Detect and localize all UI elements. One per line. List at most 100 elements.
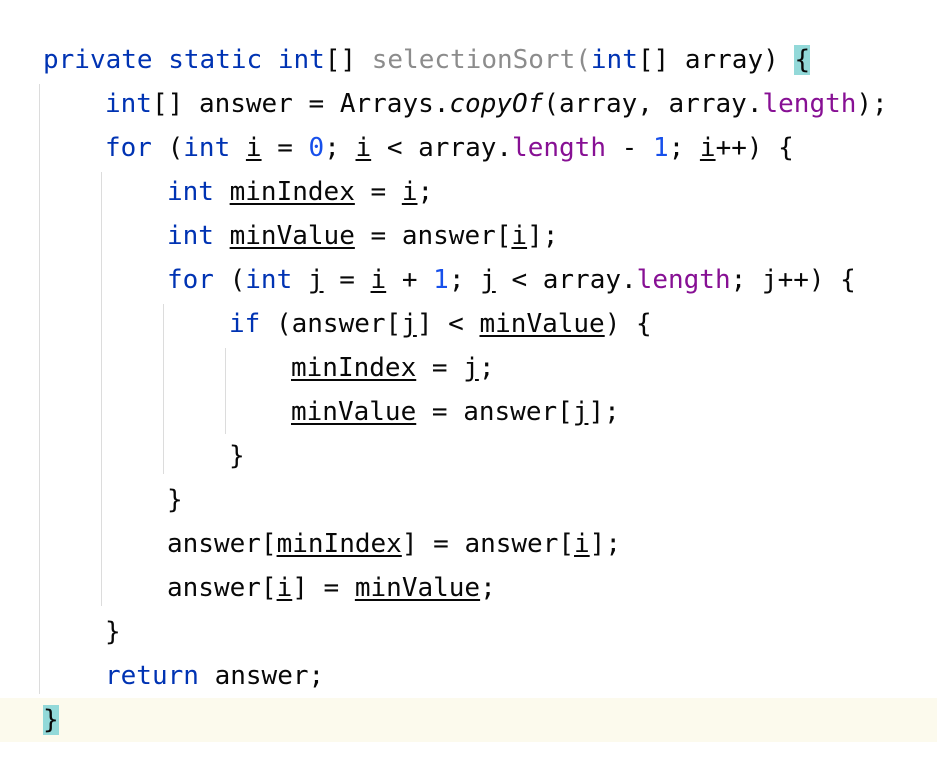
semicolon: ;: [480, 573, 496, 603]
plus-operator: +: [401, 265, 418, 295]
close-paren: ): [763, 45, 779, 75]
variable-i[interactable]: i: [402, 177, 418, 207]
variable-i[interactable]: i: [371, 265, 387, 295]
code-line-15[interactable]: return answer;: [0, 654, 937, 698]
variable-j[interactable]: j: [573, 397, 589, 427]
variable-j[interactable]: j: [308, 265, 324, 295]
increment-end: ++) {: [715, 133, 794, 163]
keyword-int: int: [590, 45, 638, 75]
code-line-8[interactable]: minIndex = j;: [0, 346, 937, 390]
code-line-13[interactable]: answer[i] = minValue;: [0, 566, 937, 610]
open-paren: (: [575, 45, 591, 75]
less-than-operator: <: [386, 133, 403, 163]
variable-i[interactable]: i: [574, 529, 590, 559]
keyword-return: return: [105, 661, 199, 691]
code-line-5[interactable]: int minValue = answer[i];: [0, 214, 937, 258]
bracket-close-semicolon: ];: [589, 529, 621, 559]
class-arrays[interactable]: Arrays.: [340, 89, 450, 119]
array-brackets: []: [637, 45, 670, 75]
array-ref[interactable]: array.: [418, 133, 512, 163]
variable-minvalue[interactable]: minValue: [291, 397, 416, 427]
code-line-1[interactable]: private static int[] selectionSort(int[]…: [0, 38, 937, 82]
code-line-2[interactable]: int[] answer = Arrays.copyOf(array, arra…: [0, 82, 937, 126]
code-line-4[interactable]: int minIndex = i;: [0, 170, 937, 214]
parameter-name[interactable]: array: [685, 45, 763, 75]
code-line-10[interactable]: }: [0, 434, 937, 478]
variable-i[interactable]: i: [356, 133, 372, 163]
assign-operator: =: [323, 573, 340, 603]
code-line-14[interactable]: }: [0, 610, 937, 654]
code-editor[interactable]: private static int[] selectionSort(int[]…: [0, 0, 937, 766]
bracket-close: ]: [416, 309, 433, 339]
array-ref[interactable]: array.: [543, 265, 637, 295]
variable-i[interactable]: i: [511, 221, 527, 251]
variable-minindex[interactable]: minIndex: [277, 529, 402, 559]
field-length[interactable]: length: [512, 133, 606, 163]
assign-operator: =: [308, 89, 325, 119]
args-text: (array, array.: [543, 89, 763, 119]
matched-open-brace: {: [794, 45, 811, 75]
bracket-close: ]: [292, 573, 308, 603]
assign-operator: =: [339, 265, 355, 295]
keyword-if: if: [229, 309, 261, 339]
keyword-int: int: [105, 89, 152, 119]
answer-index-open[interactable]: answer[: [402, 221, 512, 251]
assign-operator: =: [370, 221, 387, 251]
variable-i[interactable]: i: [277, 573, 293, 603]
variable-minvalue[interactable]: minValue: [479, 309, 604, 339]
variable-i[interactable]: i: [700, 133, 716, 163]
variable-i[interactable]: i: [246, 133, 262, 163]
return-value[interactable]: answer;: [215, 661, 325, 691]
assign-operator: =: [433, 529, 449, 559]
keyword-int: int: [167, 221, 214, 251]
keyword-for: for: [167, 265, 214, 295]
assign-operator: =: [431, 397, 448, 427]
answer-index-open[interactable]: answer[: [292, 309, 402, 339]
field-length[interactable]: length: [762, 89, 856, 119]
code-line-12[interactable]: answer[minIndex] = answer[i];: [0, 522, 937, 566]
variable-j[interactable]: j: [762, 265, 778, 295]
variable-minindex[interactable]: minIndex: [291, 353, 416, 383]
bracket-close: ]: [401, 529, 418, 559]
close-brace: }: [105, 617, 121, 647]
keyword-int: int: [245, 265, 293, 295]
matched-close-brace: }: [43, 705, 59, 735]
variable-j[interactable]: j: [463, 353, 479, 383]
semicolon: ;: [478, 353, 495, 383]
code-line-6[interactable]: for (int j = i + 1; j < array.length; j+…: [0, 258, 937, 302]
variable-j[interactable]: j: [401, 309, 417, 339]
less-than-operator: <: [448, 309, 464, 339]
keyword-int: int: [277, 45, 325, 75]
method-copyof[interactable]: copyOf: [449, 89, 543, 119]
variable-minvalue[interactable]: minValue: [355, 573, 480, 603]
close-brace: }: [167, 485, 183, 515]
keyword-static: static: [168, 45, 263, 75]
close-brace: }: [229, 441, 245, 471]
answer-index-open[interactable]: answer[: [167, 573, 277, 603]
answer-index-open[interactable]: answer[: [167, 529, 277, 559]
field-length[interactable]: length: [637, 265, 731, 295]
variable-j[interactable]: j: [480, 265, 496, 295]
variable-minvalue[interactable]: minValue: [230, 221, 355, 251]
code-line-16-current[interactable]: }: [0, 698, 937, 742]
code-line-3[interactable]: for (int i = 0; i < array.length - 1; i+…: [0, 126, 937, 170]
method-name[interactable]: selectionSort: [372, 45, 576, 75]
code-line-9[interactable]: minValue = answer[j];: [0, 390, 937, 434]
answer-index-open[interactable]: answer[: [463, 397, 573, 427]
variable-minindex[interactable]: minIndex: [230, 177, 355, 207]
array-brackets: []: [151, 89, 184, 119]
answer-index-open[interactable]: answer[: [464, 529, 574, 559]
assign-operator: =: [370, 177, 387, 207]
code-line-11[interactable]: }: [0, 478, 937, 522]
open-brace: {: [636, 309, 652, 339]
number-zero: 0: [308, 133, 325, 163]
keyword-int: int: [167, 177, 214, 207]
number-one: 1: [433, 265, 449, 295]
array-brackets: []: [324, 45, 357, 75]
semicolon: ;: [730, 265, 747, 295]
bracket-close-semicolon: ];: [527, 221, 559, 251]
assign-operator: =: [431, 353, 448, 383]
code-line-7[interactable]: if (answer[j] < minValue) {: [0, 302, 937, 346]
assign-operator: =: [277, 133, 293, 163]
variable-answer[interactable]: answer: [199, 89, 293, 119]
